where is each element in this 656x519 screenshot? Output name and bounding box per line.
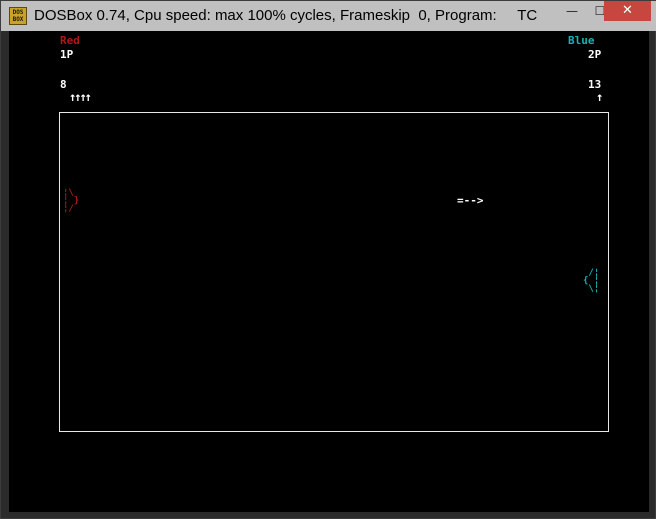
player1-label: 1P (60, 48, 74, 61)
player1-ammo: ↑↑↑↑ (69, 90, 92, 104)
player2-name: Blue (568, 34, 595, 47)
red-tank: ¦\ ¦ } ¦/ (63, 188, 80, 214)
window-title: DOSBox 0.74, Cpu speed: max 100% cycles,… (34, 7, 538, 24)
player2-label: 2P (588, 48, 602, 61)
minimize-button[interactable]: — (558, 1, 586, 21)
player1-score: 8 (60, 78, 67, 91)
player2-ammo: ↑ (596, 90, 604, 104)
arena-border (59, 112, 609, 432)
dosbox-window: DOS BOX DOSBox 0.74, Cpu speed: max 100%… (0, 0, 656, 519)
dosbox-icon[interactable]: DOS BOX (9, 7, 27, 25)
projectile: =--> (457, 194, 484, 207)
game-screen[interactable]: Red 1P 8 ↑↑↑↑ Blue 2P 13 ↑ ¦\ ¦ } ¦/ =--… (9, 31, 649, 512)
close-button[interactable]: ✕ (604, 1, 651, 21)
title-bar[interactable]: DOS BOX DOSBox 0.74, Cpu speed: max 100%… (1, 1, 656, 31)
player1-name: Red (60, 34, 80, 47)
blue-tank: /¦ { ¦ \¦ (583, 268, 600, 294)
